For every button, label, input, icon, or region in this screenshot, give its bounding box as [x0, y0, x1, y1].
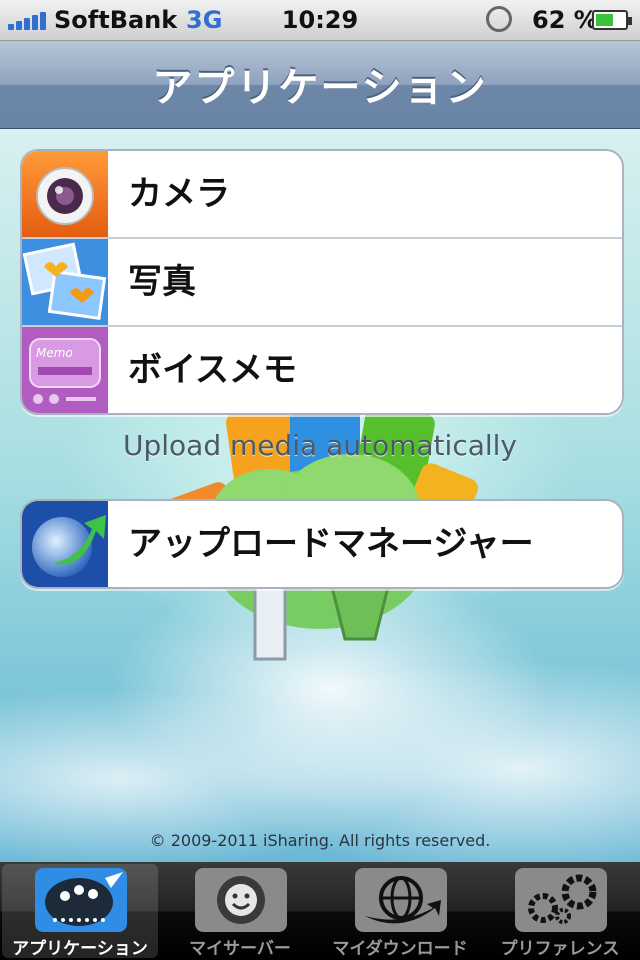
tab-label: マイサーバー [189, 939, 291, 959]
photos-icon [22, 239, 108, 325]
copyright-text: © 2009-2011 iSharing. All rights reserve… [149, 831, 491, 850]
tab-label: マイダウンロード [332, 939, 468, 959]
tab-my-server[interactable]: マイサーバー [162, 864, 318, 959]
tab-preferences[interactable]: プリファレンス [482, 864, 638, 959]
tab-bar: アプリケーション マイサーバー マイダウンロード プリファレンス [0, 862, 640, 960]
rotation-lock-icon [486, 6, 512, 32]
tab-label: プリファレンス [500, 939, 620, 959]
network-attached-icon [195, 868, 287, 932]
page-title: アプリケーション [152, 65, 488, 111]
list-item-label: アップロードマネージャー [128, 524, 534, 564]
navigation-bar: アプリケーション [0, 41, 640, 129]
list-item-photos[interactable]: 写真 [22, 239, 622, 327]
tab-applications[interactable]: アプリケーション [2, 864, 158, 959]
status-bar: SoftBank 3G 10:29 62 % [0, 0, 640, 41]
list-item-label: カメラ [128, 174, 230, 214]
camera-icon [22, 151, 108, 237]
upload-manager-list: アップロードマネージャー [20, 499, 624, 589]
tab-my-downloads[interactable]: マイダウンロード [322, 864, 478, 959]
battery-charging-icon [592, 10, 632, 30]
list-item-label: ボイスメモ [128, 350, 297, 390]
tab-label: アプリケーション [12, 939, 148, 959]
gears-icon [515, 868, 607, 932]
voice-memo-icon: Memo [22, 327, 108, 413]
caption-text: Upload media automatically [122, 429, 517, 462]
list-item-upload-manager[interactable]: アップロードマネージャー [22, 501, 622, 587]
battery-percent: 62 % [532, 6, 598, 34]
content-area: カメラ 写真 Memo ボイスメモ Upload media automatic… [0, 129, 640, 862]
palette-icon [35, 868, 127, 932]
upload-manager-icon [22, 501, 108, 587]
voice-memo-icon-memo-lettering: Memo [36, 346, 73, 360]
list-item-label: 写真 [128, 262, 196, 302]
globe-download-icon [355, 868, 447, 932]
list-item-camera[interactable]: カメラ [22, 151, 622, 239]
list-item-voice-memo[interactable]: Memo ボイスメモ [22, 327, 622, 413]
media-apps-list: カメラ 写真 Memo ボイスメモ [20, 149, 624, 415]
